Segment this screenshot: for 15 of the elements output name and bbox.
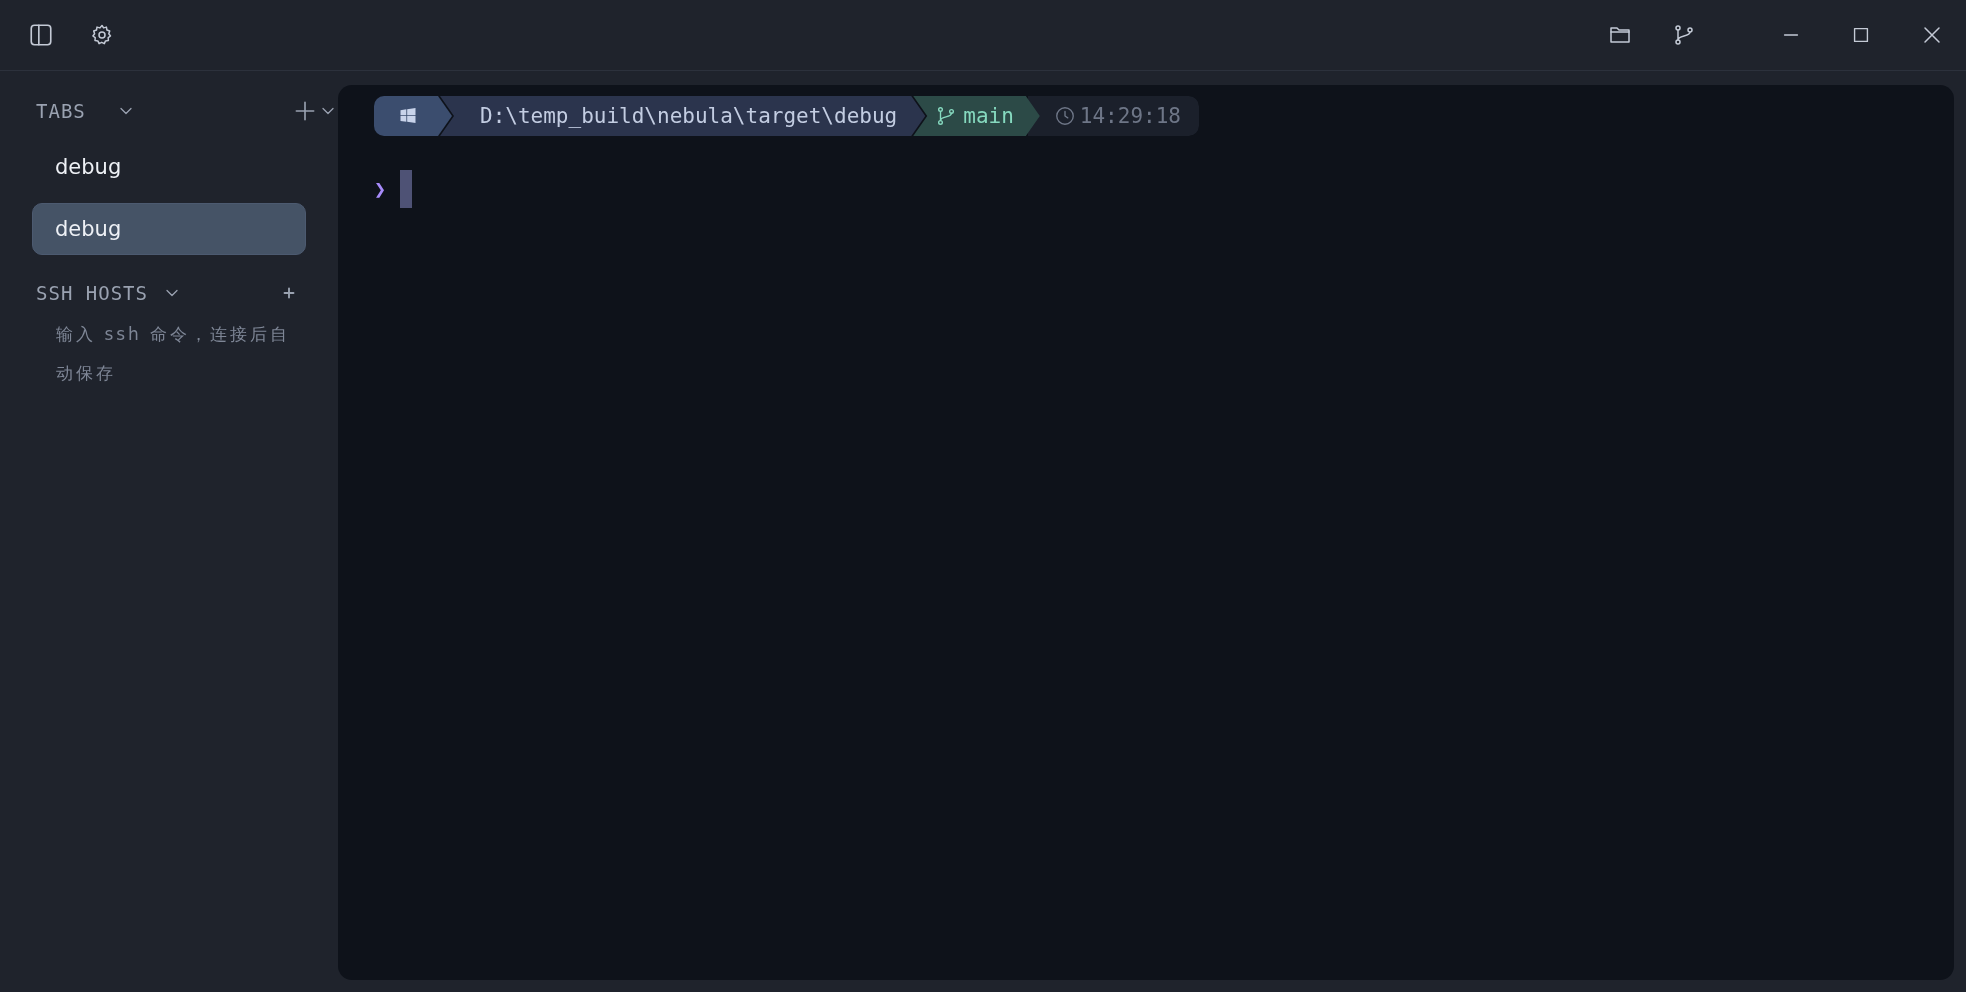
git-branch-icon[interactable] — [1672, 23, 1696, 47]
sidebar-tab[interactable]: debug — [32, 141, 306, 193]
sidebar-toggle-icon[interactable] — [28, 22, 54, 48]
cursor — [400, 170, 413, 208]
section-heading: SSH HOSTS — [36, 282, 148, 304]
prompt-symbol: ❯ — [374, 177, 387, 201]
sidebar-tab[interactable]: debug — [32, 203, 306, 255]
windows-icon — [398, 106, 418, 126]
section-heading: TABS — [36, 100, 86, 122]
path-segment: D:\temp_build\nebula\target\debug — [440, 96, 926, 136]
clock-icon — [1053, 105, 1076, 127]
settings-icon[interactable] — [90, 23, 114, 47]
time-text: 14:29:18 — [1079, 104, 1181, 128]
branch-name: main — [963, 104, 1014, 128]
ssh-hint-text: 输入 ssh 命令，连接后自动保存 — [55, 323, 292, 385]
